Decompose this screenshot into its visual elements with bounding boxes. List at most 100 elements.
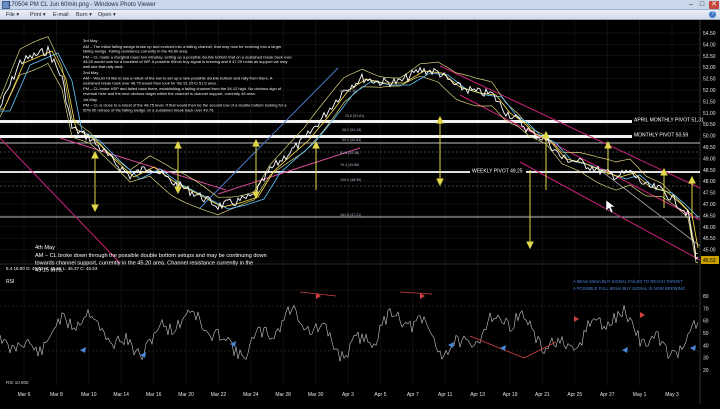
date-tick-label: Apr 13 bbox=[470, 392, 485, 398]
price-tick-label: 46.00 bbox=[703, 225, 716, 231]
price-tick-label: 50.00 bbox=[703, 134, 716, 140]
fib-label: 38.2 (51.15) bbox=[342, 128, 361, 132]
date-tick-label: Apr 21 bbox=[535, 392, 550, 398]
price-chart-svg: APRIL MONTHLY PIVOT 51.31 MONTHLY PIVOT … bbox=[0, 20, 719, 404]
rsi-tick-label: 40 bbox=[703, 343, 709, 349]
fib-label: 0.0 (52.30) bbox=[340, 89, 357, 93]
analysis-note-text: AM – CL broke down through the possible … bbox=[35, 253, 267, 259]
date-tick-label: Apr 11 bbox=[438, 392, 453, 398]
rsi-signal-markers bbox=[80, 293, 696, 358]
analysis-note-text: sustained break back over 48.75 would th… bbox=[83, 80, 217, 85]
analysis-note-text: 4th May bbox=[35, 245, 55, 251]
rsi-divergence-line bbox=[399, 291, 433, 295]
menu-open[interactable]: Open ▾ bbox=[98, 10, 116, 20]
april-pivot-band bbox=[0, 120, 700, 123]
help-icon[interactable]: ? bbox=[709, 11, 716, 18]
date-tick-label: Mar 10 bbox=[81, 392, 97, 398]
window-title: 170504 PM CL Jun 60min.png - Windows Pho… bbox=[8, 2, 156, 8]
menu-burn[interactable]: Burn ▾ bbox=[76, 10, 92, 20]
rsi-axis: 80 70 60 50 40 30 20 bbox=[703, 294, 709, 374]
date-tick-label: Mar 20 bbox=[178, 392, 194, 398]
rsi-tick-label: 70 bbox=[703, 306, 709, 312]
minimize-button[interactable]: – bbox=[686, 1, 696, 9]
rsi-note-2: A POSSIBLE FULL 60min BUY SIGNAL IS NOW … bbox=[573, 286, 685, 291]
analysis-note-text: 50% fib retrace of the falling wedge on … bbox=[83, 107, 214, 112]
maximize-button[interactable]: □ bbox=[697, 1, 707, 9]
date-tick-label: May 3 bbox=[665, 392, 679, 398]
rsi-tick-label: 30 bbox=[703, 356, 709, 362]
price-tick-label: 54.50 bbox=[703, 31, 716, 37]
price-tick-label: 48.00 bbox=[703, 179, 716, 185]
rsi-divergence-line bbox=[469, 335, 525, 359]
fib-label: 161.8 (47.21) bbox=[340, 213, 361, 217]
date-tick-label: Apr 19 bbox=[503, 392, 518, 398]
price-tick-label: 49.00 bbox=[703, 156, 716, 162]
early-falling-channel bbox=[0, 137, 121, 264]
price-tick-label: 50.50 bbox=[703, 122, 716, 128]
fib-label: 23.6 (51.61) bbox=[345, 114, 364, 118]
rsi-note-1: A 60min 60min BUY SIGNAL FAILED TO REACH… bbox=[573, 279, 683, 284]
rsi-pane-label: RSI bbox=[6, 279, 14, 285]
price-tick-label: 54.00 bbox=[703, 42, 716, 48]
photo-viewer-window: 170504 PM CL Jun 60min.png - Windows Pho… bbox=[0, 0, 720, 404]
weekly-pivot-label: WEEKLY PIVOT 49.25 bbox=[472, 169, 523, 175]
fib-label: 76.4 (49.88) bbox=[340, 163, 359, 167]
date-tick-label: Mar 16 bbox=[146, 392, 162, 398]
chart-image: APRIL MONTHLY PIVOT 51.31 MONTHLY PIVOT … bbox=[0, 20, 720, 404]
analysis-note-text: 2nd May bbox=[83, 70, 98, 75]
price-tick-label: 47.50 bbox=[703, 191, 716, 197]
date-tick-label: May 1 bbox=[633, 392, 647, 398]
date-tick-label: Mar 14 bbox=[113, 392, 129, 398]
fib-label: 50.0 (50.84) bbox=[342, 138, 361, 142]
date-tick-label: Apr 3 bbox=[342, 392, 354, 398]
menu-print[interactable]: Print ▾ bbox=[30, 10, 46, 20]
date-tick-label: Mar 28 bbox=[275, 392, 291, 398]
date-tick-label: Mar 6 bbox=[18, 392, 31, 398]
menu-email[interactable]: E-mail bbox=[53, 10, 69, 20]
fib-label: 61.8 (50.38) bbox=[340, 151, 359, 155]
title-bar: 170504 PM CL Jun 60min.png - Windows Pho… bbox=[0, 0, 720, 10]
price-tick-label: 52.50 bbox=[703, 77, 716, 83]
rsi-tick-label: 60 bbox=[703, 319, 709, 325]
analysis-note-text: well see that rally next. bbox=[83, 64, 123, 69]
close-button[interactable]: ✕ bbox=[709, 1, 719, 9]
price-tick-label: 49.50 bbox=[703, 145, 716, 151]
date-tick-label: Apr 7 bbox=[407, 392, 419, 398]
date-tick-label: Apr 27 bbox=[600, 392, 615, 398]
price-tick-label: 45.00 bbox=[703, 248, 716, 254]
rsi-tick-label: 50 bbox=[703, 331, 709, 337]
price-tick-label: 47.00 bbox=[703, 202, 716, 208]
menu-bar: File ▾ Print ▾ E-mail Burn ▾ Open ▾ ? bbox=[0, 10, 720, 20]
price-tick-label: 48.50 bbox=[703, 168, 716, 174]
date-axis: Mar 6 Mar 8 Mar 10 Mar 14 Mar 16 Mar 20 Mar 22… bbox=[18, 392, 679, 398]
price-axis: 54.50 54.00 53.50 53.00 52.50 52.00 51.50 51.00… bbox=[703, 31, 716, 265]
price-tick-label: 53.00 bbox=[703, 65, 716, 71]
rsi-readout: RSI 10.905 bbox=[6, 380, 29, 385]
date-tick-label: Apr 25 bbox=[567, 392, 582, 398]
price-tick-label: 51.50 bbox=[703, 99, 716, 105]
falling-channel-support bbox=[59, 137, 227, 191]
date-tick-label: Mar 8 bbox=[50, 392, 63, 398]
price-tick-label: 45.50 bbox=[703, 236, 716, 242]
fib-label: 100.0 (48.99) bbox=[340, 178, 361, 182]
price-tick-label: 51.00 bbox=[703, 111, 716, 117]
price-tick-label: 53.50 bbox=[703, 54, 716, 60]
rsi-tick-label: 20 bbox=[703, 368, 709, 374]
date-tick-label: Mar 22 bbox=[211, 392, 227, 398]
date-tick-label: Mar 24 bbox=[243, 392, 259, 398]
analysis-note-text: 1st May bbox=[83, 97, 97, 102]
menu-file[interactable]: File ▾ bbox=[6, 10, 19, 20]
price-tick-label: 46.50 bbox=[703, 213, 716, 219]
monthly-pivot-label: MONTHLY PIVOT 50.59 bbox=[634, 133, 688, 139]
analysis-note-text: reversal here and the next obvious targe… bbox=[83, 91, 256, 96]
last-price-label: 45.53 bbox=[703, 258, 716, 264]
analysis-note-text: falling wedge. Falling resistance curren… bbox=[83, 49, 188, 54]
april-pivot-label: APRIL MONTHLY PIVOT 51.31 bbox=[634, 118, 704, 124]
rsi-line bbox=[0, 304, 699, 362]
date-tick-label: Mar 30 bbox=[308, 392, 324, 398]
ohlc-readout: 5.4 16:00 O: 45.63 H: 45.55 L: 45.37 C: … bbox=[6, 266, 98, 271]
analysis-note-text: 3rd May bbox=[83, 38, 97, 43]
rsi-divergence-line bbox=[523, 341, 557, 359]
price-tick-label: 52.00 bbox=[703, 88, 716, 94]
rsi-tick-label: 80 bbox=[703, 294, 709, 300]
